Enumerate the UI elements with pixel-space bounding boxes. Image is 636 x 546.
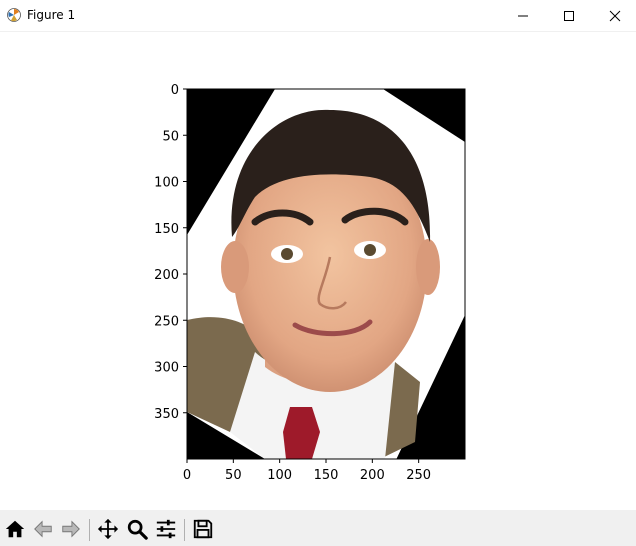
pan-icon <box>97 518 119 540</box>
matplotlib-app-icon <box>6 7 22 23</box>
home-icon <box>5 520 25 538</box>
zoom-button[interactable] <box>124 516 150 542</box>
home-button[interactable] <box>2 516 28 542</box>
zoom-icon <box>127 519 148 540</box>
back-button[interactable] <box>30 516 56 542</box>
y-tick-label: 100 <box>154 176 179 191</box>
close-icon <box>609 10 621 21</box>
x-tick-label: 200 <box>360 468 385 483</box>
configure-subplots-button[interactable] <box>153 516 179 542</box>
y-tick-label: 200 <box>154 268 179 283</box>
save-icon <box>193 519 213 539</box>
configure-subplots-icon <box>156 519 176 539</box>
x-tick-label: 250 <box>406 468 431 483</box>
window-titlebar: Figure 1 <box>0 0 636 32</box>
forward-icon <box>62 520 80 538</box>
y-tick-label: 250 <box>154 314 179 329</box>
rotated-face-image <box>187 89 465 459</box>
close-button[interactable] <box>592 0 636 31</box>
forward-button[interactable] <box>58 516 84 542</box>
y-tick-label: 50 <box>162 129 179 144</box>
toolbar-separator <box>89 519 90 541</box>
x-tick-label: 0 <box>183 468 191 483</box>
maximize-button[interactable] <box>546 0 592 31</box>
minimize-button[interactable] <box>500 0 546 31</box>
y-tick-label: 0 <box>171 83 179 98</box>
x-tick-label: 50 <box>225 468 242 483</box>
save-button[interactable] <box>190 516 216 542</box>
x-tick-label: 150 <box>314 468 339 483</box>
y-tick-label: 150 <box>154 222 179 237</box>
toolbar-separator <box>184 519 185 541</box>
window-title: Figure 1 <box>27 8 76 22</box>
figure-canvas[interactable]: 0 50 100 150 200 250 0 50 100 150 200 250 300 350 <box>0 32 636 510</box>
x-axis: 0 50 100 150 200 250 <box>183 459 431 483</box>
x-tick-label: 100 <box>267 468 292 483</box>
back-icon <box>34 520 52 538</box>
y-tick-label: 300 <box>154 361 179 376</box>
navigation-toolbar <box>0 510 636 546</box>
maximize-icon <box>564 10 574 21</box>
minimize-icon <box>518 15 528 16</box>
axes: 0 50 100 150 200 250 0 50 100 150 200 250 300 350 <box>154 83 466 483</box>
y-axis: 0 50 100 150 200 250 300 350 <box>154 83 187 422</box>
pan-button[interactable] <box>95 516 121 542</box>
y-tick-label: 350 <box>154 407 179 422</box>
